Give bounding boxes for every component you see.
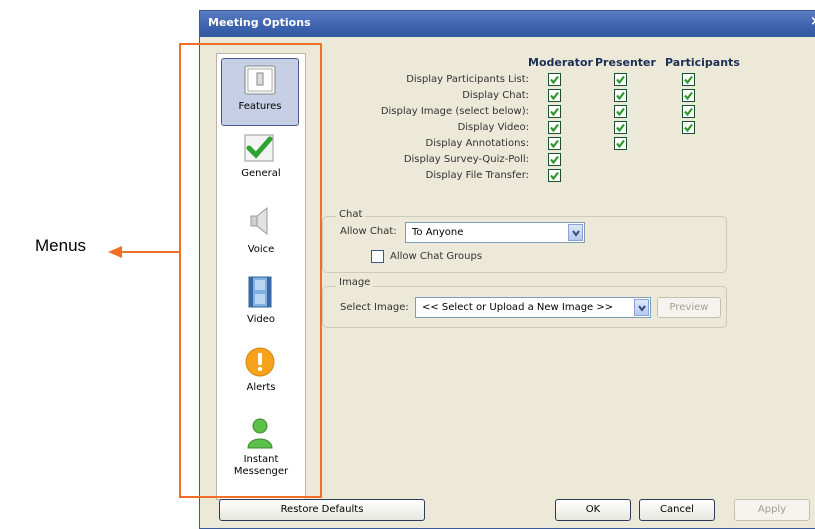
allow-chat-value: To Anyone xyxy=(412,227,464,238)
annotation-arrow xyxy=(108,246,181,258)
checkbox-participants[interactable] xyxy=(682,73,695,86)
feature-row-label: Display Participants List: xyxy=(406,74,529,85)
ok-button[interactable]: OK xyxy=(555,499,631,521)
checkbox-moderator[interactable] xyxy=(548,105,561,118)
checkbox-presenter[interactable] xyxy=(614,73,627,86)
close-icon[interactable]: × xyxy=(810,14,815,29)
chat-group-title: Chat xyxy=(336,209,366,220)
checkbox-presenter[interactable] xyxy=(614,89,627,102)
chevron-down-icon[interactable] xyxy=(634,299,649,316)
dialog-title: Meeting Options xyxy=(208,16,311,29)
checkbox-presenter[interactable] xyxy=(614,137,627,150)
checkbox-moderator[interactable] xyxy=(548,137,561,150)
checkbox-moderator[interactable] xyxy=(548,169,561,182)
checkbox-presenter[interactable] xyxy=(614,121,627,134)
column-header-participants: Participants xyxy=(665,56,740,69)
column-header-presenter: Presenter xyxy=(595,56,656,69)
feature-row-label: Display Video: xyxy=(457,122,529,133)
preview-button[interactable]: Preview xyxy=(657,297,721,318)
allow-chat-groups-label: Allow Chat Groups xyxy=(390,251,483,262)
cancel-button[interactable]: Cancel xyxy=(639,499,715,521)
checkbox-participants[interactable] xyxy=(682,89,695,102)
checkbox-moderator[interactable] xyxy=(548,153,561,166)
feature-row-label: Display Survey-Quiz-Poll: xyxy=(403,154,529,165)
checkbox-moderator[interactable] xyxy=(548,121,561,134)
feature-row-label: Display Annotations: xyxy=(425,138,529,149)
checkbox-presenter[interactable] xyxy=(614,105,627,118)
chevron-down-icon[interactable] xyxy=(568,224,583,241)
annotation-frame-menus xyxy=(179,43,322,498)
allow-chat-groups-checkbox[interactable] xyxy=(371,250,384,263)
feature-row-label: Display Image (select below): xyxy=(380,106,529,117)
allow-chat-select[interactable]: To Anyone xyxy=(405,222,585,243)
restore-defaults-button[interactable]: Restore Defaults xyxy=(219,499,425,521)
feature-row-label: Display File Transfer: xyxy=(425,170,529,181)
column-header-moderator: Moderator xyxy=(528,56,593,69)
annotation-label-menus: Menus xyxy=(35,236,87,255)
select-image-label: Select Image: xyxy=(340,302,409,313)
allow-chat-label: Allow Chat: xyxy=(340,226,397,237)
title-bar: Meeting Options × xyxy=(200,11,815,37)
checkbox-participants[interactable] xyxy=(682,105,695,118)
feature-row-label: Display Chat: xyxy=(462,90,529,101)
image-group-title: Image xyxy=(336,277,374,288)
select-image-value: << Select or Upload a New Image >> xyxy=(422,302,614,313)
checkbox-moderator[interactable] xyxy=(548,73,561,86)
checkbox-participants[interactable] xyxy=(682,121,695,134)
apply-button[interactable]: Apply xyxy=(734,499,810,521)
checkbox-moderator[interactable] xyxy=(548,89,561,102)
select-image-dropdown[interactable]: << Select or Upload a New Image >> xyxy=(415,297,651,318)
